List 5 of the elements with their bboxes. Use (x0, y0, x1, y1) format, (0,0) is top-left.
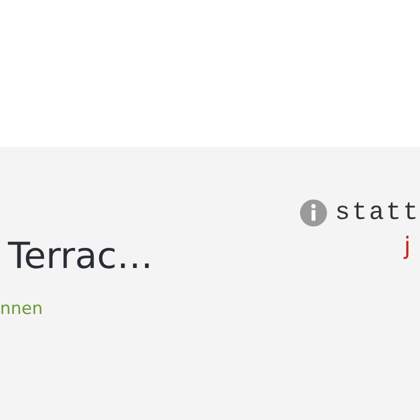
info-label: statt (334, 198, 420, 227)
listing-title: Terrac… (8, 235, 153, 279)
listing-subtitle: nnen (0, 299, 44, 319)
price-text: j (404, 233, 412, 259)
info-icon[interactable] (300, 198, 327, 226)
